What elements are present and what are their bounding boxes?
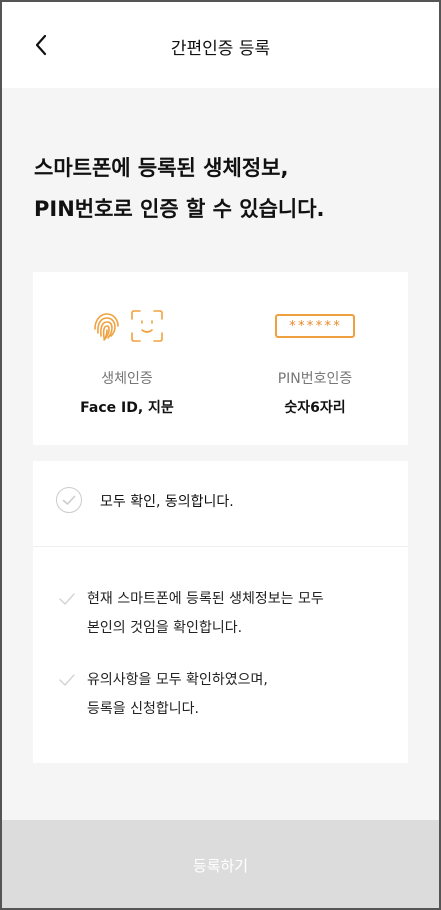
headline: 스마트폰에 등록된 생체정보, PIN번호로 인증 할 수 있습니다. (34, 148, 325, 230)
term-text-line-1: 유의사항을 모두 확인하였으며, (87, 672, 268, 688)
app-frame: 간편인증 등록 스마트폰에 등록된 생체정보, PIN번호로 인증 할 수 있습… (0, 0, 441, 910)
pin-value: 숫자6자리 (284, 400, 346, 416)
biometric-value: Face ID, 지문 (80, 400, 174, 416)
agree-all-circle (56, 487, 82, 513)
headline-line-1: 스마트폰에 등록된 생체정보, (34, 156, 289, 180)
auth-methods-card: 생체인증 Face ID, 지문 ****** PIN번호인증 숫자6자리 (33, 272, 408, 445)
agreement-card: 모두 확인, 동의합니다. 현재 스마트폰에 등록된 생체정보는 모두 본인의 … (33, 461, 408, 763)
check-icon (62, 495, 76, 505)
check-icon (59, 674, 75, 686)
fingerprint-icon (94, 313, 119, 341)
pin-mask: ****** (288, 318, 342, 334)
agree-all-checkbox[interactable]: 모두 확인, 동의합니다. (33, 461, 408, 547)
term-text-line-1: 현재 스마트폰에 등록된 생체정보는 모두 (87, 591, 324, 607)
biometric-icons (33, 308, 221, 344)
pin-label: PIN번호인증 (277, 371, 353, 387)
face-id-icon (131, 310, 163, 342)
check-icon (59, 593, 75, 605)
agree-all-label: 모두 확인, 동의합니다. (100, 494, 234, 510)
register-button[interactable]: 등록하기 (2, 820, 439, 908)
pin-icons: ****** (221, 308, 409, 344)
biometric-label: 생체인증 (101, 371, 153, 387)
term-text-line-2: 본인의 것임을 확인합니다. (87, 620, 243, 636)
method-biometric: 생체인증 Face ID, 지문 (33, 272, 221, 445)
top-bar: 간편인증 등록 (2, 2, 439, 88)
method-pin: ****** PIN번호인증 숫자6자리 (221, 272, 409, 445)
term-item-apply-registration[interactable]: 유의사항을 모두 확인하였으며, 등록을 신청합니다. (33, 669, 408, 729)
page-title: 간편인증 등록 (170, 39, 271, 59)
pin-code-icon: ****** (275, 314, 355, 338)
term-text-line-2: 등록을 신청합니다. (87, 701, 199, 717)
headline-line-2: PIN번호로 인증 할 수 있습니다. (34, 197, 325, 221)
term-item-biometric-ownership[interactable]: 현재 스마트폰에 등록된 생체정보는 모두 본인의 것임을 확인합니다. (33, 588, 408, 648)
